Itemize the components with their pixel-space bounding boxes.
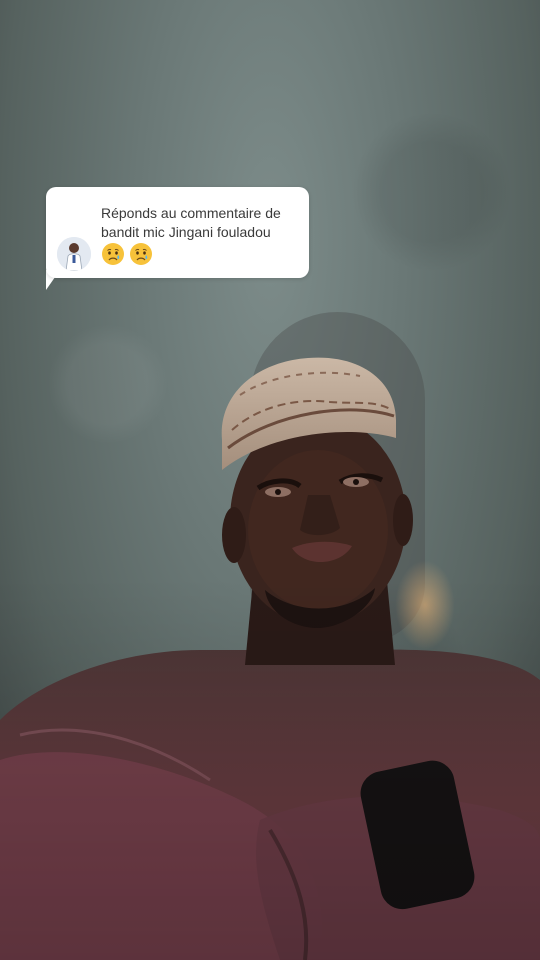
emoji-row — [101, 241, 153, 267]
person-selfie — [0, 357, 540, 960]
profile-avatar-icon[interactable] — [57, 237, 91, 271]
left-ear — [222, 507, 246, 563]
comment-text: bandit mic Jingani fouladou — [101, 224, 271, 240]
video-frame[interactable] — [0, 0, 540, 960]
reply-text: Réponds au commentaire de bandit mic Jin… — [101, 204, 301, 242]
crying-face-icon — [130, 243, 152, 265]
crying-face-icon — [102, 243, 124, 265]
reply-prefix: Réponds au commentaire de — [101, 205, 281, 221]
reply-comment-sticker[interactable]: Réponds au commentaire de bandit mic Jin… — [46, 187, 309, 278]
right-ear — [393, 494, 413, 546]
